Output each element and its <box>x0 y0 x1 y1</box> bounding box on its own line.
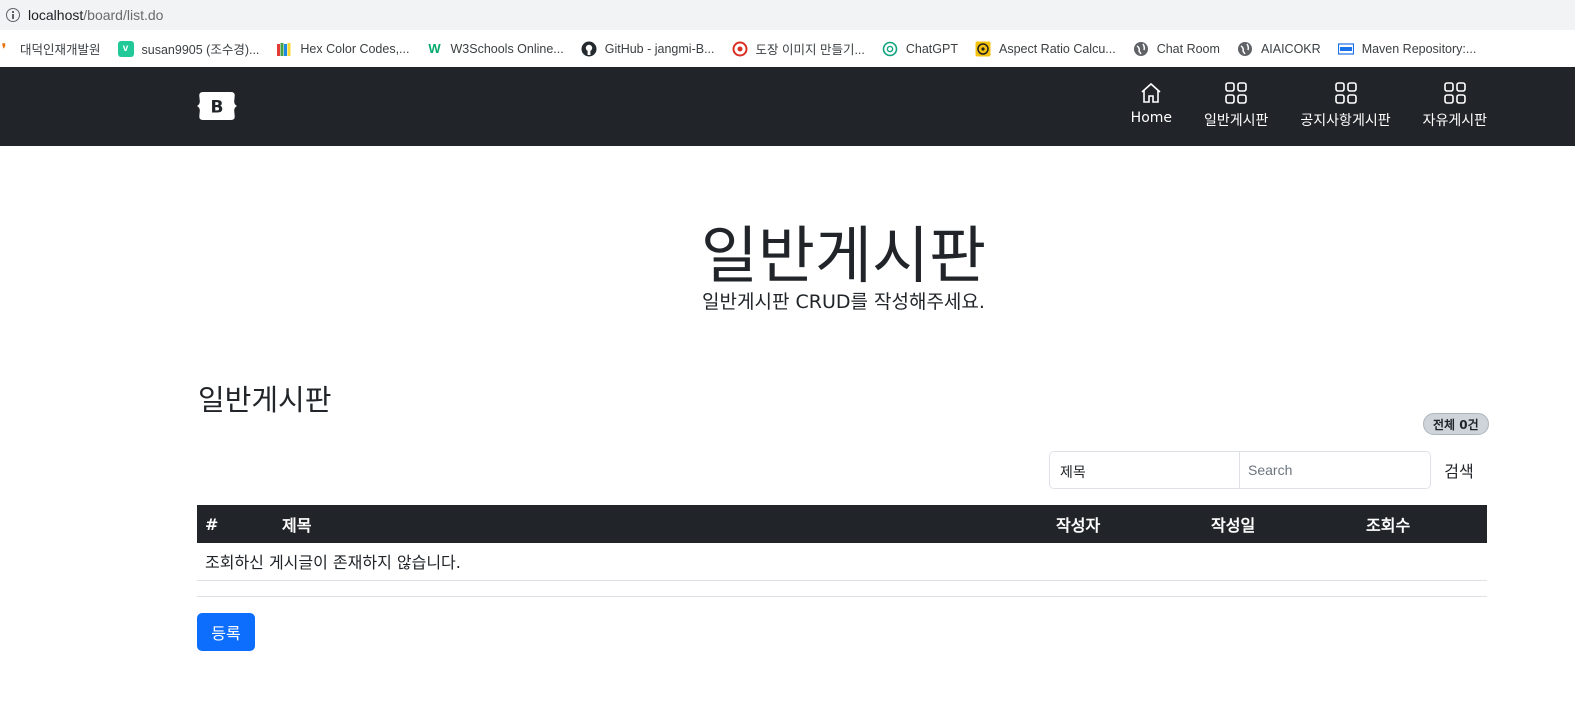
brand-letter: B <box>211 98 224 118</box>
bookmark-label: susan9905 (조수경)... <box>141 43 260 57</box>
bookmark-item[interactable]: ChatGPT <box>882 41 958 57</box>
nav-menu: Home 일반게시판 공지사항게시판 자유게시판 <box>1099 81 1487 130</box>
nav-item-general-board[interactable]: 일반게시판 <box>1204 81 1268 130</box>
github-icon <box>581 41 597 57</box>
flame-icon: ❜ <box>1 40 7 56</box>
address-bar[interactable]: localhost/board/list.do <box>0 0 1575 30</box>
bookmark-item[interactable]: Maven Repository:... <box>1337 41 1477 57</box>
total-count-badge: 전체 0건 <box>1423 413 1489 435</box>
bookmark-item[interactable]: GitHub - jangmi-B... <box>581 41 715 57</box>
bookmark-item[interactable]: ❜ 대덕인재개발원 <box>0 39 101 58</box>
bookmark-label: GitHub - jangmi-B... <box>604 41 715 56</box>
bookmark-item[interactable]: Hex Color Codes,... <box>276 41 409 57</box>
w3-icon: W <box>428 41 441 56</box>
bookmark-item[interactable]: Aspect Ratio Calcu... <box>975 41 1116 57</box>
bookmark-item[interactable]: v susan9905 (조수경)... <box>117 39 260 58</box>
table-header-row: # 제목 작성자 작성일 조회수 <box>197 505 1487 543</box>
register-button[interactable]: 등록 <box>197 613 255 651</box>
bookmark-label: 도장 이미지 만들기... <box>755 43 865 57</box>
column-header-title[interactable]: 제목 <box>274 505 1048 543</box>
column-header-views[interactable]: 조회수 <box>1358 505 1487 543</box>
bookmark-label: Maven Repository:... <box>1361 41 1477 56</box>
grid-icon <box>1443 82 1466 104</box>
search-input[interactable] <box>1240 451 1431 489</box>
url-host: localhost <box>28 7 84 23</box>
bookmark-label: Aspect Ratio Calcu... <box>998 41 1116 56</box>
bookmark-label: ChatGPT <box>905 41 958 56</box>
url-path: /board/list.do <box>83 7 164 23</box>
bookmark-label: W3Schools Online... <box>450 41 564 56</box>
grid-icon <box>1225 82 1248 104</box>
bookmark-label: Chat Room <box>1156 41 1220 56</box>
globe-icon <box>1237 41 1253 57</box>
search-form: 제목 검색 <box>1049 451 1487 489</box>
info-icon[interactable] <box>6 8 20 22</box>
nav-item-label: 일반게시판 <box>1204 113 1269 129</box>
bookmarks-bar: ❜ 대덕인재개발원 v susan9905 (조수경)... Hex Color… <box>0 30 1575 67</box>
bookmark-label: Hex Color Codes,... <box>300 41 410 56</box>
bookmark-label: 대덕인재개발원 <box>20 43 101 57</box>
page-title: 일반게시판 <box>700 219 987 292</box>
bookmark-label: AIAICOKR <box>1260 41 1321 56</box>
globe-icon <box>1133 41 1149 57</box>
page-subtitle: 일반게시판 CRUD를 작성해주세요. <box>702 291 985 313</box>
empty-message: 조회하신 게시글이 존재하지 않습니다. <box>197 543 1487 581</box>
column-header-date[interactable]: 작성일 <box>1203 505 1358 543</box>
maven-icon <box>1337 41 1354 57</box>
table-row: 조회하신 게시글이 존재하지 않습니다. <box>197 543 1487 581</box>
nav-item-home[interactable]: Home <box>1131 81 1172 130</box>
nav-item-label: Home <box>1130 110 1173 126</box>
nav-item-label: 공지사항게시판 <box>1300 113 1391 129</box>
nav-item-free-board[interactable]: 자유게시판 <box>1423 81 1487 130</box>
v-icon: v <box>117 40 134 57</box>
nav-item-label: 자유게시판 <box>1422 113 1487 129</box>
bookmark-item[interactable]: W W3Schools Online... <box>426 41 563 57</box>
divider <box>197 596 1487 597</box>
bootstrap-logo-icon[interactable]: B <box>197 89 237 123</box>
column-header-number[interactable]: # <box>197 505 274 543</box>
bookmark-item[interactable]: Chat Room <box>1133 41 1220 57</box>
search-button[interactable]: 검색 <box>1431 451 1487 489</box>
board-table: # 제목 작성자 작성일 조회수 조회하신 게시글이 존재하지 않습니다. <box>197 505 1487 581</box>
grid-icon <box>1334 82 1357 104</box>
nav-item-notice-board[interactable]: 공지사항게시판 <box>1300 81 1391 130</box>
bookmark-item[interactable]: AIAICOKR <box>1237 41 1321 57</box>
column-header-writer[interactable]: 작성자 <box>1048 505 1203 543</box>
chatgpt-icon <box>882 41 898 57</box>
bookmark-item[interactable]: 도장 이미지 만들기... <box>732 39 865 58</box>
aspect-ratio-icon <box>975 41 991 57</box>
home-icon <box>1141 82 1161 103</box>
url-text[interactable]: localhost/board/list.do <box>28 7 163 23</box>
stamp-icon <box>732 41 748 57</box>
books-icon <box>276 41 292 57</box>
search-field-select[interactable]: 제목 <box>1049 451 1240 489</box>
section-title: 일반게시판 <box>198 383 332 417</box>
navbar: B Home 일반게시판 공지사항게시판 자유게시판 <box>0 67 1575 146</box>
